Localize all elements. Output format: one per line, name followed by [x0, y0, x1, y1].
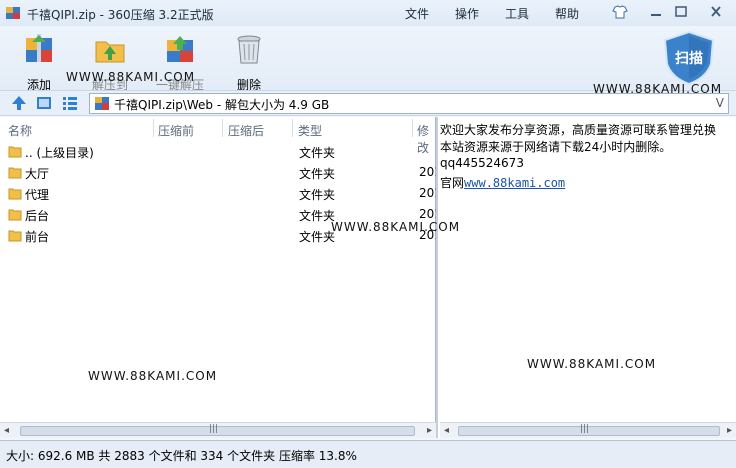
column-modified[interactable]: 修改: [417, 117, 435, 155]
table-row[interactable]: .. (上级目录) 文件夹: [0, 141, 436, 162]
menu-tools[interactable]: 工具: [505, 5, 529, 22]
scrollbar-thumb[interactable]: |||: [458, 424, 720, 436]
file-list-horizontal-scrollbar[interactable]: ◂ ||| ▸: [0, 422, 436, 438]
watermark-text: WWW.88KAMI.COM: [527, 357, 657, 371]
column-divider[interactable]: [292, 119, 293, 137]
table-row[interactable]: 大厅 文件夹 201: [0, 162, 442, 183]
status-bar: 大小: 692.6 MB 共 2883 个文件和 334 个文件夹 压缩率 13…: [0, 440, 736, 468]
comment-line: 官网www.88kami.com: [440, 176, 566, 190]
column-uncompressed[interactable]: 压缩前: [158, 117, 194, 139]
file-list: 名称 压缩前 压缩后 类型 修改 .. (上级目录) 文件夹 大厅 文件夹 20…: [0, 117, 442, 438]
status-text: 大小: 692.6 MB 共 2883 个文件和 334 个文件夹 压缩率 13…: [6, 449, 357, 463]
comment-line: 本站资源来源于网络请下载24小时内删除。: [440, 140, 672, 154]
address-bar[interactable]: 千禧QIPI.zip\Web - 解包大小为 4.9 GB V: [89, 93, 729, 114]
comment-line: 欢迎大家发布分享资源，高质量资源可联系管理兑换: [440, 123, 717, 137]
watermark-text: WWW.88KAMI.COM: [88, 369, 218, 383]
table-row[interactable]: 代理 文件夹 201: [0, 183, 442, 204]
column-type[interactable]: 类型: [298, 117, 322, 139]
website-link[interactable]: www.88kami.com: [464, 176, 565, 190]
watermark-text: WWW.88KAMI.COM: [593, 82, 723, 96]
grip-icon: |||: [209, 424, 219, 434]
grip-icon: |||: [580, 424, 590, 434]
app-icon: [6, 7, 20, 19]
archive-icon: [95, 97, 109, 110]
thumbnail-view-icon[interactable]: [35, 95, 53, 111]
watermark-text: WWW.88KAMI.COM: [66, 70, 196, 84]
trash-icon: [237, 35, 261, 64]
scroll-right-icon[interactable]: ▸: [727, 425, 732, 436]
column-divider[interactable]: [222, 119, 223, 137]
scroll-left-icon[interactable]: ◂: [4, 425, 9, 436]
scrollbar-thumb[interactable]: |||: [20, 424, 415, 436]
title-bar: 千禧QIPI.zip - 360压缩 3.2正式版 文件 操作 工具 帮助: [0, 0, 736, 26]
minimize-icon[interactable]: [646, 3, 666, 21]
menu-operate[interactable]: 操作: [455, 5, 479, 22]
folder-up-icon: [95, 41, 125, 63]
maximize-icon[interactable]: [671, 3, 691, 21]
folder-icon: [8, 209, 22, 221]
archive-extract-icon: [167, 36, 193, 62]
column-divider[interactable]: [153, 119, 154, 137]
archive-add-icon: [26, 34, 52, 62]
skin-icon[interactable]: [610, 3, 630, 21]
up-arrow-icon[interactable]: [10, 95, 28, 111]
column-divider[interactable]: [412, 119, 413, 137]
chevron-down-icon[interactable]: V: [716, 96, 724, 110]
scan-label: 扫描: [675, 51, 703, 67]
delete-button[interactable]: 删除: [224, 32, 274, 92]
comment-line: qq445524673: [440, 156, 524, 170]
column-compressed[interactable]: 压缩后: [228, 117, 264, 139]
menu-help[interactable]: 帮助: [555, 5, 579, 22]
archive-comment: 欢迎大家发布分享资源，高质量资源可联系管理兑换 本站资源来源于网络请下载24小时…: [438, 117, 736, 438]
folder-icon: [8, 146, 22, 158]
scroll-left-icon[interactable]: ◂: [444, 425, 449, 436]
list-view-icon[interactable]: [61, 95, 79, 111]
window-title: 千禧QIPI.zip - 360压缩 3.2正式版: [27, 8, 214, 22]
folder-icon: [8, 167, 22, 179]
scroll-right-icon[interactable]: ▸: [427, 425, 432, 436]
scan-button[interactable]: 扫描: [660, 30, 718, 86]
watermark-text: WWW.88KAMI.COM: [331, 220, 461, 234]
address-path: 千禧QIPI.zip\Web - 解包大小为 4.9 GB: [114, 98, 330, 112]
close-icon[interactable]: [706, 3, 726, 21]
folder-icon: [8, 230, 22, 242]
menu-file[interactable]: 文件: [405, 5, 429, 22]
column-name[interactable]: 名称: [8, 117, 32, 139]
add-button[interactable]: 添加: [14, 32, 64, 92]
folder-icon: [8, 188, 22, 200]
comment-horizontal-scrollbar[interactable]: ◂ ||| ▸: [440, 422, 736, 438]
